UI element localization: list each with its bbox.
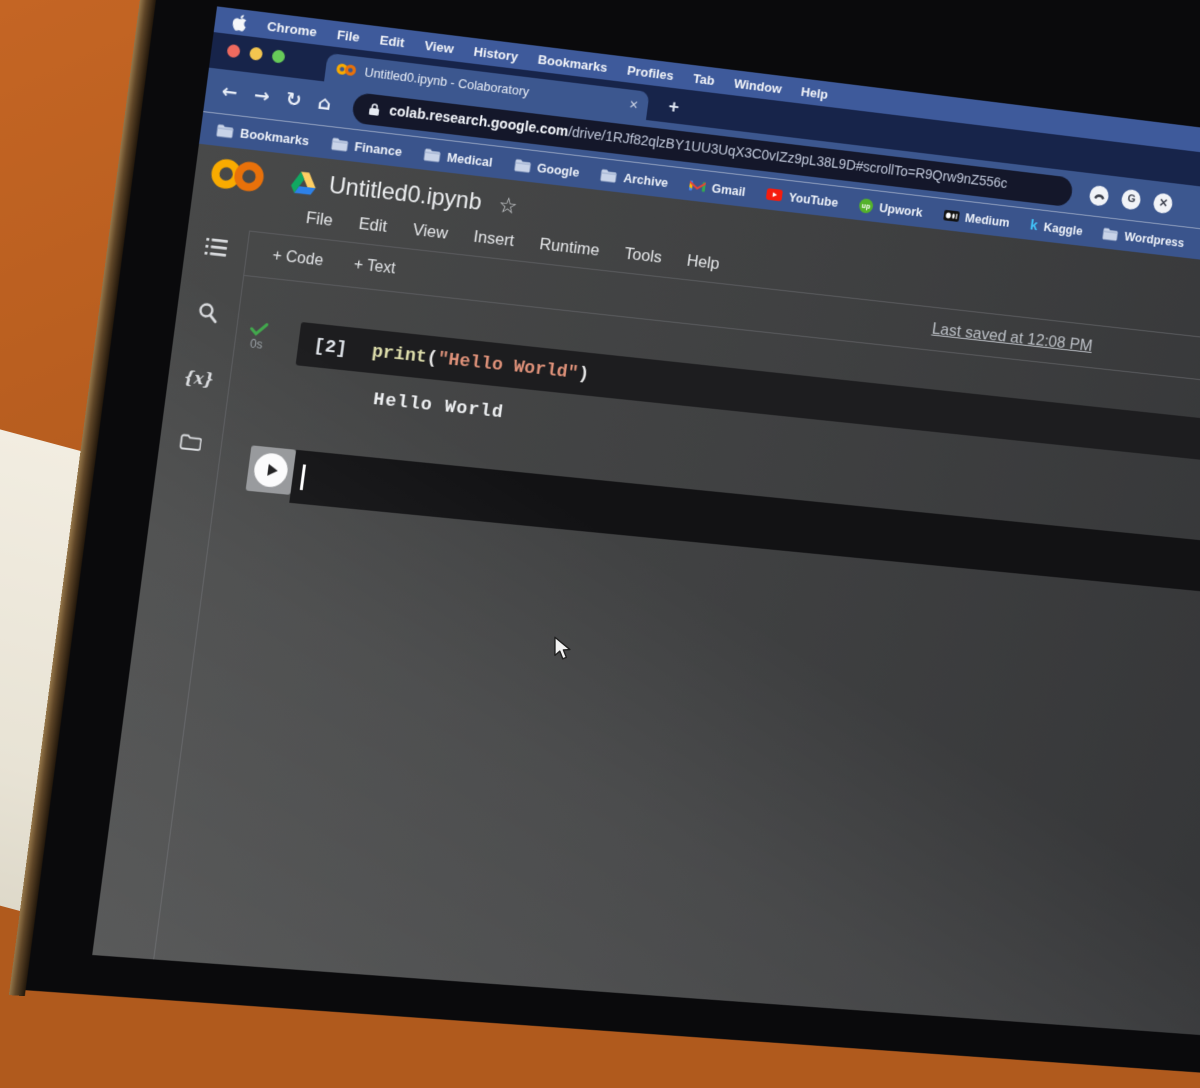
- tab-close-icon[interactable]: ✕: [628, 97, 639, 112]
- cross-extension-icon[interactable]: ✕: [1152, 191, 1174, 214]
- bookmark-kaggle[interactable]: k Kaggle: [1029, 217, 1084, 239]
- execution-count: [2]: [312, 334, 349, 360]
- lock-icon[interactable]: [368, 102, 381, 117]
- close-window-button[interactable]: [226, 43, 241, 59]
- zoom-window-button[interactable]: [271, 49, 286, 64]
- kaggle-icon: k: [1029, 216, 1039, 234]
- colab-menu-help[interactable]: Help: [686, 251, 721, 274]
- add-code-button[interactable]: + Code: [271, 247, 324, 270]
- forward-icon[interactable]: →: [253, 84, 271, 108]
- notebook-main: + Code + Text Last saved at 12:08 PM 0s: [154, 230, 1200, 1040]
- colab-menu-view[interactable]: View: [412, 220, 449, 243]
- bookmark-label: Google: [536, 159, 581, 180]
- cells-area: 0s [2] print("Hello World") Hello World: [154, 276, 1200, 1040]
- menu-item-tab[interactable]: Tab: [692, 70, 715, 87]
- bookmark-label: Upwork: [878, 199, 924, 220]
- new-tab-button[interactable]: +: [667, 96, 680, 118]
- bookmark-bookmarks[interactable]: Bookmarks: [216, 122, 310, 148]
- medium-icon: [942, 209, 960, 222]
- search-icon[interactable]: [196, 301, 219, 324]
- home-icon[interactable]: ⌂: [317, 92, 333, 115]
- files-icon[interactable]: [179, 433, 203, 452]
- bookmark-youtube[interactable]: YouTube: [765, 187, 840, 210]
- menu-item-file[interactable]: File: [336, 27, 360, 44]
- bookmark-finance[interactable]: Finance: [331, 136, 403, 159]
- menu-item-history[interactable]: History: [473, 44, 519, 64]
- colab-menu-insert[interactable]: Insert: [472, 227, 515, 251]
- bookmark-medical[interactable]: Medical: [423, 147, 494, 170]
- folder-icon: [600, 168, 618, 183]
- back-icon[interactable]: ←: [220, 80, 238, 104]
- cell-gutter: 0s: [245, 317, 301, 366]
- apple-icon[interactable]: [231, 13, 248, 32]
- mouse-cursor-icon: [553, 636, 575, 666]
- colab-favicon: [335, 62, 358, 77]
- extension-icons: G ✕: [1088, 184, 1174, 214]
- folder-icon: [1102, 227, 1119, 241]
- bookmark-wordpress[interactable]: Wordpress: [1102, 226, 1185, 250]
- bookmark-label: Medical: [446, 149, 494, 170]
- play-icon: [252, 451, 290, 489]
- text-cursor: [299, 464, 307, 491]
- bookmark-label: Archive: [622, 169, 670, 190]
- colab-logo[interactable]: [207, 154, 268, 196]
- folder-icon: [514, 158, 531, 173]
- variables-icon[interactable]: {x}: [183, 368, 215, 390]
- bookmark-google[interactable]: Google: [513, 157, 580, 179]
- table-of-contents-icon[interactable]: [204, 237, 229, 257]
- code-token-string: "Hello World": [436, 347, 580, 384]
- bookmark-label: Wordpress: [1123, 228, 1186, 250]
- code-token-close-paren: ): [576, 362, 591, 385]
- gmail-icon: [689, 180, 707, 192]
- menu-item-view[interactable]: View: [424, 38, 455, 56]
- menu-item-chrome[interactable]: Chrome: [266, 18, 318, 39]
- bookmark-upwork[interactable]: up Upwork: [858, 197, 924, 220]
- menu-item-edit[interactable]: Edit: [379, 32, 405, 50]
- bookmark-label: Bookmarks: [239, 125, 311, 148]
- laptop-screen: Chrome File Edit View History Bookmarks …: [92, 6, 1200, 1040]
- colab-menu-edit[interactable]: Edit: [357, 214, 389, 237]
- bookmark-label: YouTube: [787, 189, 840, 210]
- colab-body: {x} + Code + Text Last saved at 12:08 PM: [92, 223, 1200, 1040]
- code-token-function: print: [370, 340, 429, 368]
- arc-extension-icon[interactable]: [1088, 184, 1111, 207]
- menu-item-profiles[interactable]: Profiles: [626, 62, 674, 82]
- minimize-window-button[interactable]: [248, 46, 264, 61]
- colab-menu-runtime[interactable]: Runtime: [538, 234, 600, 260]
- bookmark-medium[interactable]: Medium: [942, 207, 1011, 230]
- colab-menu-file[interactable]: File: [305, 208, 334, 231]
- execution-time: 0s: [249, 336, 264, 352]
- url-domain: colab.research.google.com: [388, 103, 570, 141]
- menu-item-window[interactable]: Window: [733, 76, 783, 96]
- bookmark-label: Finance: [353, 138, 403, 159]
- folder-icon: [423, 148, 441, 162]
- menu-item-help[interactable]: Help: [800, 84, 829, 102]
- menu-item-bookmarks[interactable]: Bookmarks: [537, 51, 608, 74]
- google-drive-icon: [290, 170, 318, 195]
- bookmark-archive[interactable]: Archive: [600, 167, 670, 190]
- add-text-button[interactable]: + Text: [353, 256, 396, 278]
- folder-icon: [216, 123, 234, 138]
- youtube-icon: [765, 188, 784, 202]
- upwork-icon: up: [858, 197, 874, 214]
- folder-icon: [331, 137, 349, 151]
- success-check-icon: [248, 321, 269, 338]
- reload-icon[interactable]: ↻: [285, 88, 303, 111]
- window-controls: [226, 43, 286, 64]
- last-saved-status[interactable]: Last saved at 12:08 PM: [931, 319, 1094, 356]
- bookmark-label: Kaggle: [1042, 219, 1084, 238]
- laptop: Chrome File Edit View History Bookmarks …: [8, 0, 1200, 1083]
- colab-page: Untitled0.ipynb ☆ File Edit View Insert …: [92, 143, 1200, 1040]
- google-extension-icon[interactable]: G: [1120, 188, 1143, 211]
- star-icon[interactable]: ☆: [497, 193, 519, 219]
- run-cell-button[interactable]: [245, 445, 297, 495]
- bookmark-label: Gmail: [711, 180, 747, 199]
- colab-menu-tools[interactable]: Tools: [623, 244, 663, 267]
- bookmark-label: Medium: [964, 209, 1011, 230]
- bookmark-gmail[interactable]: Gmail: [689, 178, 747, 199]
